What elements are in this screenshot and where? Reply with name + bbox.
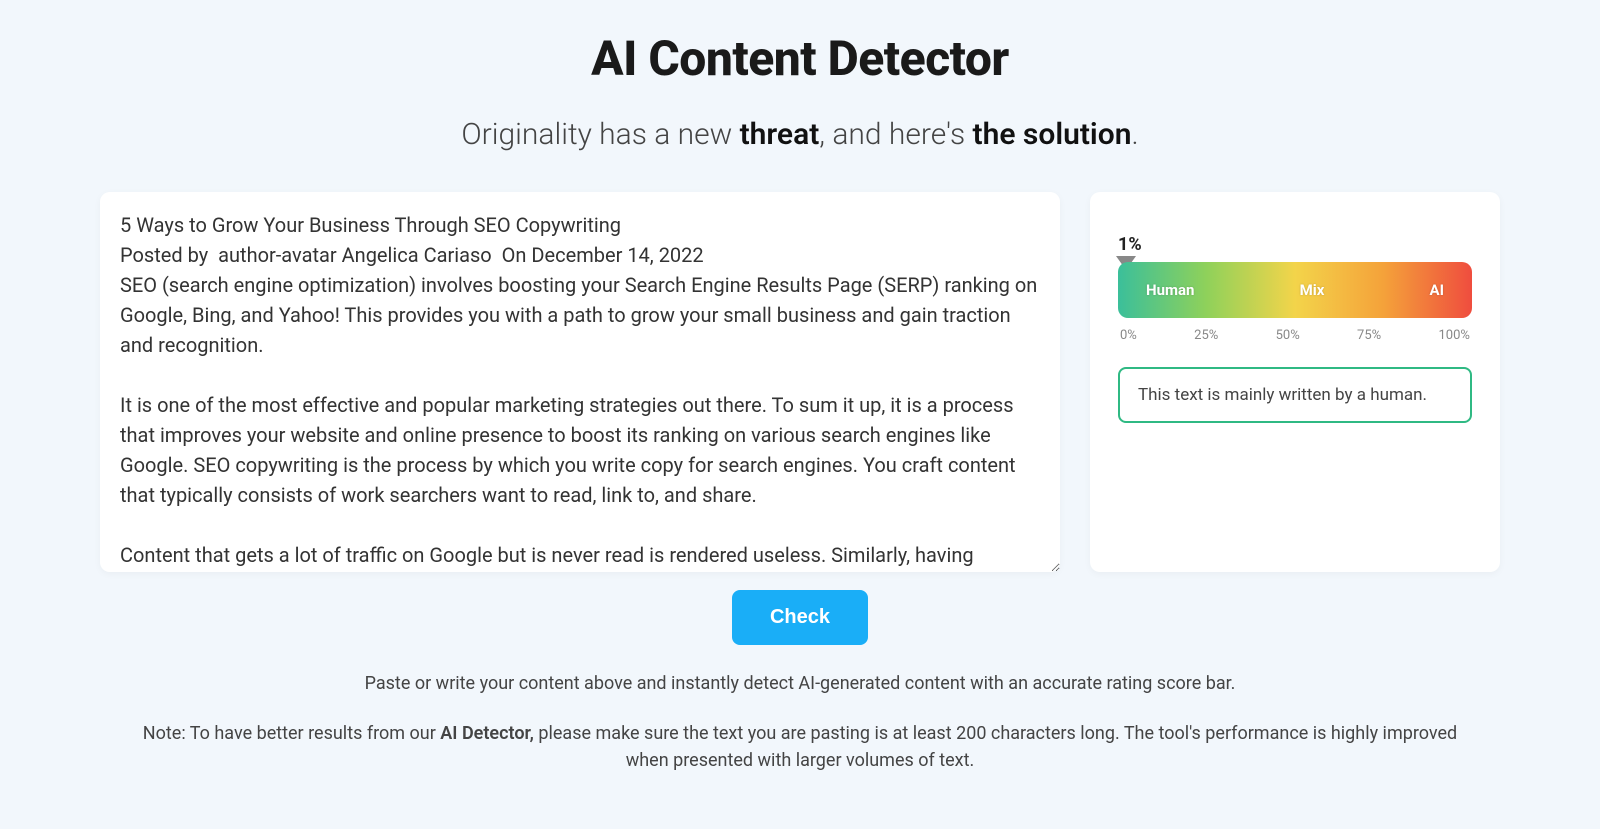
instruction-text: Paste or write your content above and in… (100, 673, 1500, 694)
note-text: Note: To have better results from our AI… (100, 720, 1500, 774)
subtitle-pre: Originality has a new (461, 117, 739, 152)
subtitle-post: . (1131, 117, 1138, 152)
gauge-label-ai: AI (1430, 281, 1444, 299)
subtitle-bold-threat: threat (740, 117, 820, 152)
result-panel: 1% Human Mix AI 0% 25% 50% 75% 100% This… (1090, 192, 1500, 572)
subtitle-mid: , and here's (819, 117, 972, 152)
gauge-label-mix: Mix (1300, 281, 1325, 299)
percent-label: 1% (1118, 234, 1142, 255)
gauge-bar: Human Mix AI (1118, 262, 1472, 318)
tick-50: 50% (1276, 328, 1300, 343)
page-title: AI Content Detector (100, 30, 1500, 87)
note-post: please make sure the text you are pastin… (534, 723, 1457, 771)
input-panel (100, 192, 1060, 572)
gauge: 1% Human Mix AI 0% 25% 50% 75% 100% (1118, 262, 1472, 343)
tick-100: 100% (1439, 328, 1470, 343)
verdict-box: This text is mainly written by a human. (1118, 367, 1472, 423)
tick-75: 75% (1357, 328, 1381, 343)
page-subtitle: Originality has a new threat, and here's… (100, 117, 1500, 152)
gauge-label-human: Human (1146, 281, 1194, 299)
tick-25: 25% (1194, 328, 1218, 343)
check-button[interactable]: Check (732, 590, 868, 645)
tick-0: 0% (1120, 328, 1137, 343)
content-textarea[interactable] (100, 192, 1060, 572)
subtitle-bold-solution: the solution (973, 117, 1132, 152)
note-pre: Note: To have better results from our (143, 723, 441, 744)
note-bold: AI Detector, (440, 723, 534, 744)
gauge-ticks: 0% 25% 50% 75% 100% (1118, 328, 1472, 343)
